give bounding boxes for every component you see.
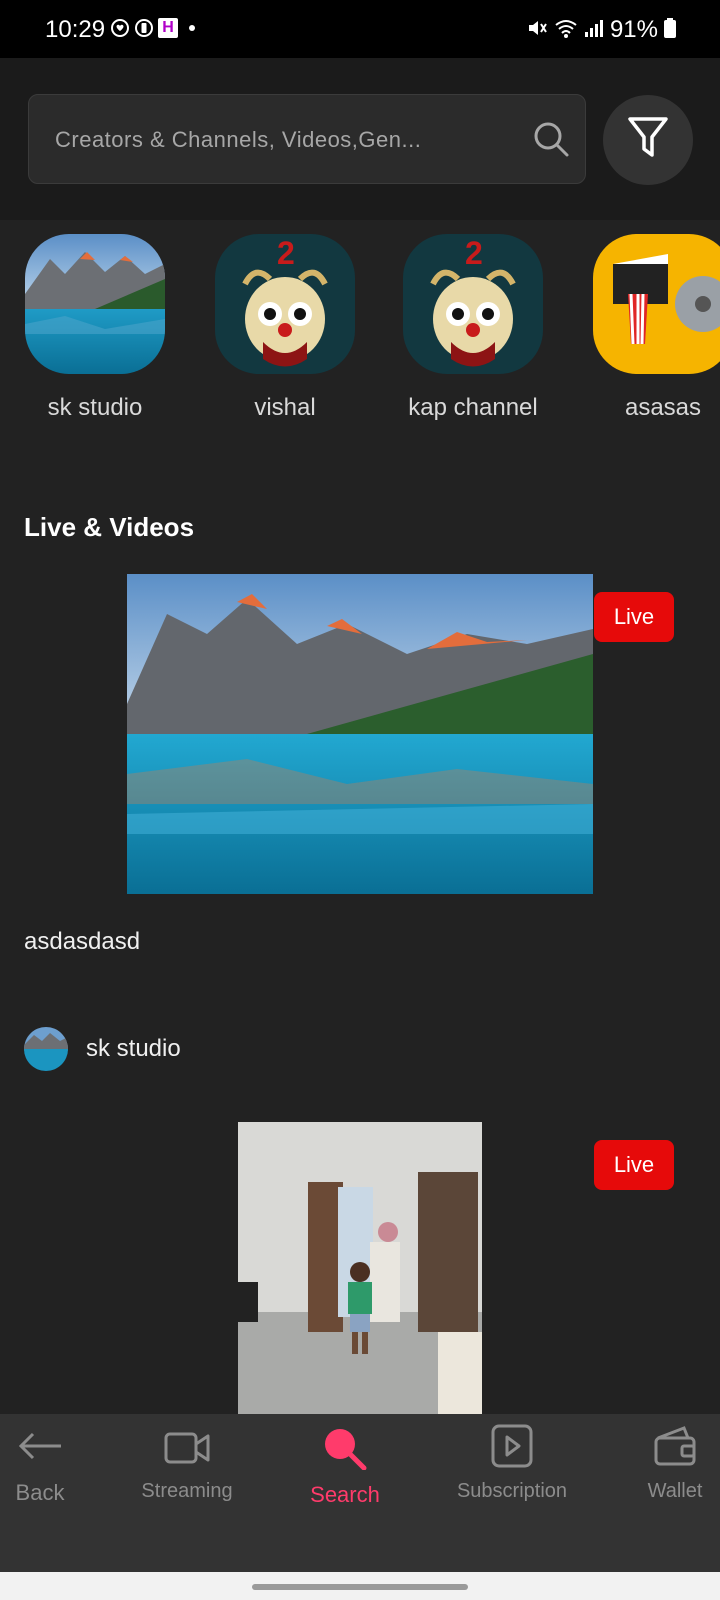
channel-name: sk studio — [86, 1035, 181, 1062]
heart-icon — [110, 18, 130, 38]
arrow-left-icon — [15, 1432, 65, 1473]
video-title[interactable]: asdasdasd — [24, 928, 140, 956]
video-camera-icon — [162, 1432, 212, 1473]
status-notification-icons: H — [110, 18, 202, 38]
creator-thumbnail: 2 — [215, 234, 355, 374]
wifi-icon — [554, 17, 578, 44]
signal-icon — [584, 17, 604, 44]
nav-item-subscription[interactable]: Subscription — [450, 1424, 574, 1503]
creator-name: kap channel — [408, 394, 538, 421]
section-title: Live & Videos — [24, 512, 195, 542]
creator-item[interactable]: sk studio — [20, 234, 170, 422]
home-gesture-handle[interactable] — [252, 1584, 468, 1590]
app-badge-letter: H — [162, 19, 174, 36]
live-badge: Live — [594, 1140, 674, 1190]
battery-icon — [664, 17, 676, 43]
channel-row[interactable]: sk studio — [24, 1027, 181, 1071]
battery-percent: 91% — [609, 16, 658, 43]
status-bar: 10:29 H 91% — [0, 0, 720, 58]
wallet-icon — [650, 1426, 700, 1473]
play-box-icon — [487, 1424, 537, 1473]
creator-thumbnail — [593, 234, 720, 374]
nav-label: Subscription — [456, 1480, 568, 1502]
nav-label: Back — [15, 1480, 65, 1505]
creator-thumbnail — [25, 234, 165, 374]
search-input[interactable] — [53, 95, 517, 185]
status-time: 10:29 — [45, 16, 106, 43]
creator-item[interactable]: 2 vishal — [210, 234, 360, 422]
creator-name: vishal — [254, 394, 316, 421]
svg-text:2: 2 — [465, 235, 483, 271]
filter-button[interactable] — [603, 95, 693, 185]
nav-label: Search — [310, 1482, 380, 1507]
nav-item-streaming[interactable]: Streaming — [134, 1424, 240, 1503]
svg-text:2: 2 — [277, 235, 295, 271]
search-header — [0, 58, 720, 220]
creator-item[interactable]: 2 kap channel — [398, 234, 548, 422]
creator-name: sk studio — [47, 394, 143, 421]
video-card[interactable]: Live — [0, 1122, 720, 1414]
video-thumbnail — [238, 1122, 482, 1414]
search-icon — [320, 1429, 370, 1475]
app-badge-icon: H — [158, 18, 178, 38]
nav-item-back[interactable]: Back — [10, 1424, 70, 1506]
creator-item[interactable]: asasas — [588, 234, 720, 422]
live-badge: Live — [594, 592, 674, 642]
nav-item-wallet[interactable]: Wallet — [640, 1424, 710, 1503]
creator-thumbnail: 2 — [403, 234, 543, 374]
video-thumbnail — [127, 574, 593, 894]
gesture-bar — [0, 1572, 720, 1600]
filter-icon — [626, 115, 670, 166]
channel-avatar — [24, 1027, 68, 1071]
bottom-navigation: Back Streaming Search Subscription Walle… — [0, 1414, 720, 1572]
search-icon[interactable] — [531, 119, 571, 159]
nav-label: Wallet — [647, 1480, 703, 1502]
nav-label: Streaming — [141, 1480, 233, 1502]
mute-icon — [526, 17, 548, 44]
video-card[interactable]: Live — [0, 574, 720, 894]
battery-saver-icon — [134, 18, 154, 38]
creators-carousel: sk studio 2 vishal 2 kap channel asasas — [0, 226, 720, 436]
search-box[interactable] — [28, 94, 586, 185]
nav-item-search[interactable]: Search — [300, 1424, 390, 1508]
creator-name: asasas — [624, 394, 702, 421]
status-right-icons: 91% — [526, 16, 676, 44]
dot-icon — [182, 18, 202, 38]
